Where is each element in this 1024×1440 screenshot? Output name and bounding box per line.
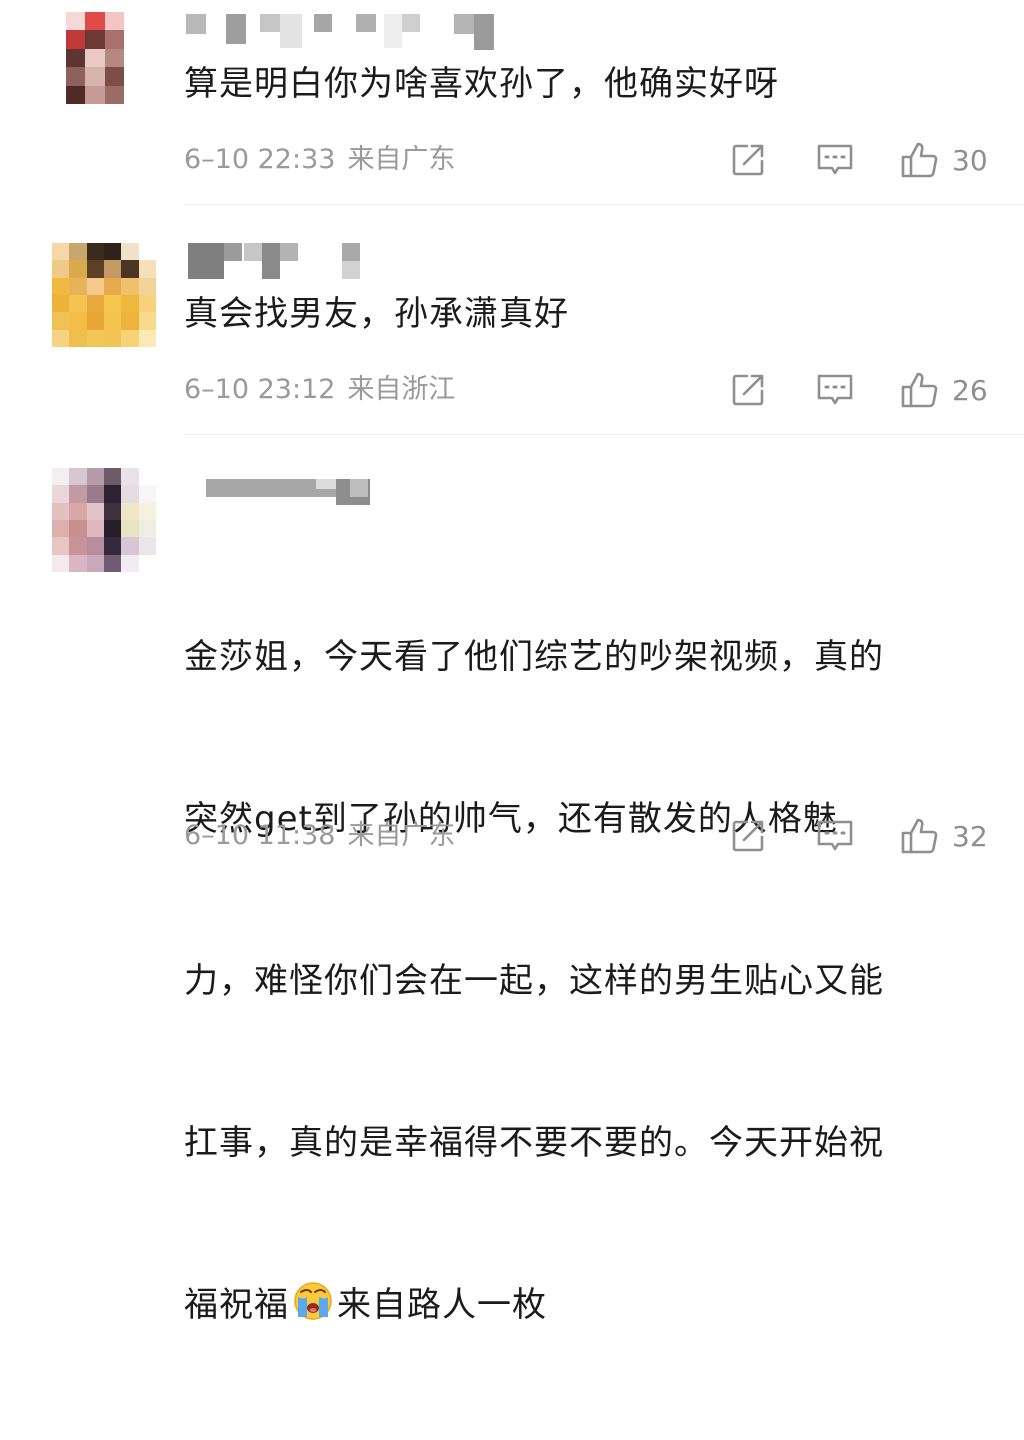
like-count: 32 [952, 819, 988, 853]
share-icon [732, 374, 764, 406]
like-button[interactable]: 26 [900, 371, 988, 409]
comment-meta: 6–10 22:33 来自广东 [184, 142, 455, 178]
reply-button[interactable] [816, 818, 854, 854]
thumbs-up-icon [901, 142, 938, 178]
comment-icon [817, 374, 853, 405]
share-icon [732, 144, 764, 176]
thumbs-up-icon [901, 372, 938, 408]
comment-text-line: 力，难怪你们会在一起，这样的男生贴心又能 [184, 961, 884, 1001]
share-button[interactable] [730, 818, 766, 854]
comment-text: 金莎姐，今天看了他们综艺的吵架视频，真的 突然get到了孙的帅气，还有散发的人格… [184, 522, 994, 1440]
avatar[interactable] [52, 468, 156, 572]
comment-meta: 6–10 11:38 来自广东 [184, 818, 455, 854]
comment-text-fragment: 来自路人一枚 [337, 1285, 547, 1325]
like-button[interactable]: 30 [900, 141, 988, 179]
comment-item: 算是明白你为啥喜欢孙了，他确实好呀 6–10 22:33 来自广东 30 [0, 0, 1024, 205]
like-count: 26 [952, 373, 988, 407]
avatar[interactable] [52, 243, 156, 347]
comment-location: 来自浙江 [347, 374, 456, 405]
comment-location: 来自广东 [347, 144, 456, 175]
comment-actions: 32 [730, 814, 988, 858]
avatar[interactable] [66, 12, 124, 104]
comment-text: 真会找男友，孙承潇真好 [184, 294, 569, 334]
share-button[interactable] [730, 372, 766, 408]
share-icon [732, 820, 764, 852]
crying-face-emoji [294, 1282, 332, 1320]
reply-button[interactable] [816, 142, 854, 178]
comment-icon [817, 144, 853, 175]
comment-text-line: 福祝福 来自路人一枚 [184, 1278, 994, 1332]
comment-text-fragment: 福祝福 [184, 1285, 289, 1325]
thumbs-up-icon [901, 818, 938, 854]
comment-text-line: 金莎姐，今天看了他们综艺的吵架视频，真的 [184, 637, 884, 677]
like-count: 30 [952, 143, 988, 177]
comment-time: 6–10 23:12 [184, 374, 336, 405]
share-button[interactable] [730, 142, 766, 178]
comment-actions: 30 [730, 138, 988, 182]
comment-location: 来自广东 [347, 820, 456, 851]
reply-button[interactable] [816, 372, 854, 408]
comment-text: 算是明白你为啥喜欢孙了，他确实好呀 [184, 64, 779, 104]
like-button[interactable]: 32 [900, 817, 988, 855]
comment-item: 真会找男友，孙承潇真好 6–10 23:12 来自浙江 26 [0, 205, 1024, 435]
comment-text-line: 扛事，真的是幸福得不要不要的。今天开始祝 [184, 1123, 884, 1163]
comment-icon [817, 820, 853, 851]
comment-meta: 6–10 23:12 来自浙江 [184, 372, 455, 408]
comment-actions: 26 [730, 368, 988, 412]
comment-item: 金莎姐，今天看了他们综艺的吵架视频，真的 突然get到了孙的帅气，还有散发的人格… [0, 435, 1024, 1325]
comment-time: 6–10 11:38 [184, 820, 336, 851]
comment-time: 6–10 22:33 [184, 144, 336, 175]
